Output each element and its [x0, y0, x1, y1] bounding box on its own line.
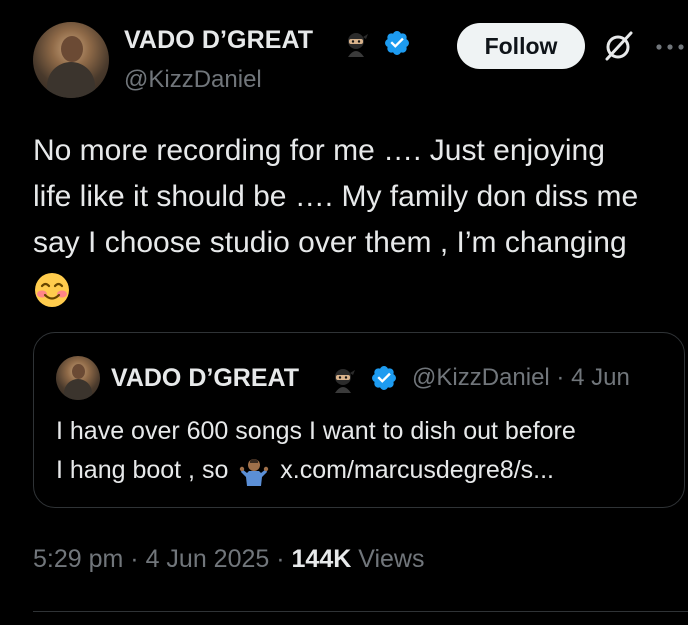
ninja-emoji-icon — [348, 33, 368, 57]
avatar-head — [61, 36, 83, 62]
meta-separator: · — [556, 364, 565, 391]
divider — [33, 611, 688, 612]
smiling-face-emoji-icon — [35, 273, 69, 308]
quote-author-display-name: VADO D’GREAT — [111, 364, 299, 392]
verified-badge-icon[interactable] — [383, 29, 411, 57]
tweet-line: say I choose studio over them , I’m chan… — [33, 226, 627, 259]
follow-button[interactable]: Follow — [457, 23, 585, 69]
meta-separator: · — [130, 545, 139, 573]
quote-link[interactable]: x.com/marcusdegre8/s... — [280, 456, 554, 484]
tweet-metadata: 5:29 pm · 4 Jun 2025 · 144K Views — [33, 545, 425, 574]
more-options-icon[interactable] — [653, 37, 688, 57]
tweet-date[interactable]: 4 Jun 2025 — [146, 545, 270, 573]
views-count[interactable]: 144K — [292, 545, 352, 573]
tweet-line: life like it should be …. My family don … — [33, 180, 639, 213]
tweet-line — [33, 266, 688, 312]
avatar-head — [72, 364, 85, 379]
quote-meta: @KizzDaniel · 4 Jun — [412, 364, 630, 392]
quote-line: I have over 600 songs I want to dish out… — [56, 417, 576, 445]
quote-line: I hang boot , so x.com/marcusdegre8/s... — [56, 451, 576, 490]
avatar-body — [64, 379, 92, 400]
avatar-body — [47, 62, 95, 98]
ninja-emoji-icon — [335, 369, 355, 393]
quote-author-handle: @KizzDaniel — [412, 364, 550, 391]
tweet-line: No more recording for me …. Just enjoyin… — [33, 134, 605, 167]
quote-line-text: I hang boot , so — [56, 456, 229, 484]
person-shrugging-emoji-icon — [240, 459, 269, 487]
quote-date[interactable]: 4 Jun — [571, 364, 630, 391]
author-handle[interactable]: @KizzDaniel — [124, 66, 262, 94]
verified-badge-icon — [372, 366, 396, 390]
meta-separator: · — [276, 545, 285, 573]
author-avatar[interactable] — [33, 22, 109, 98]
grok-icon[interactable] — [603, 30, 635, 62]
author-display-name[interactable]: VADO D’GREAT — [124, 26, 313, 55]
quote-author-avatar[interactable] — [56, 356, 100, 400]
tweet-text: No more recording for me …. Just enjoyin… — [33, 128, 688, 312]
views-label: Views — [358, 545, 425, 573]
tweet-time[interactable]: 5:29 pm — [33, 545, 123, 573]
quote-text: I have over 600 songs I want to dish out… — [56, 412, 576, 490]
